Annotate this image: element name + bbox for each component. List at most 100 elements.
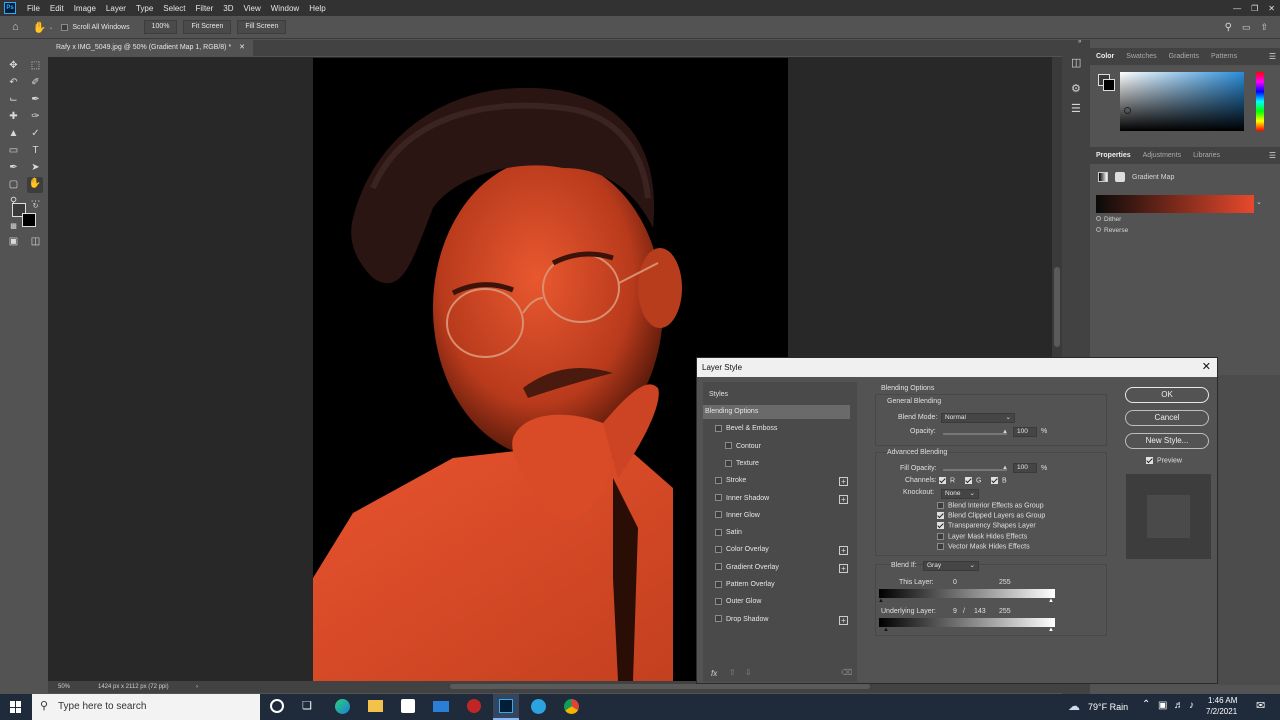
- weather-icon[interactable]: ☁: [1068, 699, 1080, 713]
- ok-button[interactable]: OK: [1125, 387, 1209, 403]
- channel-r[interactable]: R: [939, 477, 955, 484]
- tool-preset-chevron-icon[interactable]: ⌄: [48, 24, 53, 31]
- lasso-tool-icon[interactable]: ↶: [6, 76, 21, 90]
- background-color-swatch[interactable]: [22, 213, 36, 227]
- close-window-icon[interactable]: ✕: [1263, 4, 1280, 13]
- delete-effect-icon[interactable]: ⌫: [841, 668, 852, 677]
- search-icon[interactable]: ⚲: [1225, 22, 1232, 33]
- network-icon[interactable]: ▣: [1158, 700, 1167, 711]
- style-checkbox[interactable]: [715, 615, 722, 623]
- option-checkbox[interactable]: [937, 502, 944, 509]
- knockout-select[interactable]: None ⌄: [941, 489, 979, 499]
- style-item-texture[interactable]: Texture: [711, 457, 850, 471]
- style-checkbox[interactable]: [715, 546, 722, 554]
- windows-start-icon[interactable]: [10, 701, 22, 713]
- tab-properties[interactable]: Properties: [1090, 152, 1137, 159]
- healing-brush-tool-icon[interactable]: ✚: [6, 110, 21, 124]
- eyedropper-tool-icon[interactable]: ✒: [28, 93, 43, 107]
- color-picker-field[interactable]: [1120, 72, 1244, 131]
- add-effect-instance-icon[interactable]: +: [839, 563, 848, 573]
- home-icon[interactable]: ⌂: [12, 21, 19, 33]
- tab-adjustments[interactable]: Adjustments: [1137, 152, 1188, 159]
- option-checkbox[interactable]: [937, 522, 944, 530]
- style-item-satin[interactable]: Satin: [711, 526, 850, 540]
- dialog-titlebar[interactable]: Layer Style ✕: [697, 358, 1217, 377]
- option-transparency-shapes-layer[interactable]: Transparency Shapes Layer: [937, 522, 1036, 530]
- option-layer-mask-hides-effects[interactable]: Layer Mask Hides Effects: [937, 532, 1027, 540]
- option-blend-interior-effects-as-group[interactable]: Blend Interior Effects as Group: [937, 502, 1044, 509]
- cortana-icon[interactable]: [270, 699, 284, 713]
- move-up-icon[interactable]: ⇧: [729, 668, 736, 677]
- this-layer-white-slider[interactable]: ▲: [1048, 598, 1054, 604]
- fill-opacity-input[interactable]: 100: [1013, 463, 1037, 473]
- tab-gradients[interactable]: Gradients: [1163, 53, 1205, 60]
- menu-window[interactable]: Window: [266, 4, 304, 13]
- option-checkbox[interactable]: [937, 512, 944, 520]
- style-checkbox[interactable]: [715, 580, 722, 588]
- marquee-tool-icon[interactable]: ⬚: [28, 59, 43, 73]
- style-item-inner-shadow[interactable]: Inner Shadow +: [711, 492, 850, 506]
- minimize-icon[interactable]: —: [1228, 4, 1246, 13]
- path-selection-tool-icon[interactable]: ➤: [28, 161, 43, 175]
- mail-icon[interactable]: [433, 701, 449, 712]
- photoshop-taskbar-icon[interactable]: [493, 694, 519, 720]
- panel-menu-icon[interactable]: ☰: [1269, 52, 1276, 61]
- tray-chevron-icon[interactable]: ⌃: [1142, 699, 1150, 710]
- styles-header[interactable]: Styles: [709, 391, 728, 398]
- history-panel-icon[interactable]: ◫: [1071, 56, 1081, 69]
- taskbar-search-box[interactable]: ⚲ Type here to search: [32, 694, 260, 720]
- preview-checkbox[interactable]: Preview: [1146, 457, 1182, 464]
- quick-select-tool-icon[interactable]: ✐: [28, 76, 43, 90]
- notifications-icon[interactable]: ✉: [1256, 699, 1265, 712]
- brush-settings-panel-icon[interactable]: ⚙: [1071, 82, 1081, 95]
- menu-type[interactable]: Type: [131, 4, 158, 13]
- swap-colors-icon[interactable]: ↻: [28, 200, 43, 214]
- move-down-icon[interactable]: ⇩: [745, 668, 752, 677]
- this-layer-gradient-bar[interactable]: [879, 589, 1055, 598]
- style-checkbox[interactable]: [715, 563, 722, 571]
- properties-menu-icon[interactable]: ☰: [1269, 151, 1276, 160]
- collapse-panels-icon[interactable]: »: [1078, 39, 1081, 45]
- gradient-map-preview[interactable]: [1096, 195, 1254, 213]
- photoshop-logo[interactable]: Ps: [4, 2, 16, 14]
- menu-help[interactable]: Help: [304, 4, 330, 13]
- scroll-all-windows-checkbox[interactable]: [61, 23, 69, 31]
- history-brush-tool-icon[interactable]: ✓: [28, 127, 43, 141]
- fill-opacity-slider-thumb[interactable]: ▲: [1002, 465, 1008, 471]
- fx-icon[interactable]: fx: [711, 669, 717, 678]
- underlying-layer-gradient-bar[interactable]: [879, 618, 1055, 627]
- eraser-tool-icon[interactable]: ▭: [6, 144, 21, 158]
- vertical-scroll-thumb[interactable]: [1054, 267, 1060, 347]
- restore-icon[interactable]: ❐: [1246, 4, 1263, 13]
- style-item-color-overlay[interactable]: Color Overlay +: [711, 543, 850, 557]
- new-style-button[interactable]: New Style...: [1125, 433, 1209, 449]
- edge-icon[interactable]: [335, 699, 350, 714]
- style-checkbox[interactable]: [715, 476, 722, 484]
- type-tool-icon[interactable]: T: [28, 144, 43, 158]
- store-icon[interactable]: [401, 699, 415, 713]
- rectangle-tool-icon[interactable]: ▢: [6, 178, 21, 192]
- status-zoom[interactable]: 50%: [58, 681, 70, 693]
- option-checkbox[interactable]: [937, 542, 944, 550]
- hand-tool-icon[interactable]: ✋: [33, 21, 47, 34]
- underlying-black-slider[interactable]: ▲: [883, 627, 889, 633]
- menu-layer[interactable]: Layer: [101, 4, 131, 13]
- tab-libraries[interactable]: Libraries: [1187, 152, 1226, 159]
- adjustments-panel-icon[interactable]: ☰: [1071, 102, 1081, 115]
- this-layer-black-slider[interactable]: ▲: [878, 598, 884, 604]
- menu-file[interactable]: File: [22, 4, 45, 13]
- zoom-100-button[interactable]: 100%: [143, 20, 178, 34]
- reverse-radio[interactable]: [1096, 227, 1101, 232]
- mask-icon[interactable]: [1115, 172, 1125, 182]
- chrome-icon[interactable]: [564, 699, 579, 714]
- style-item-inner-glow[interactable]: Inner Glow: [711, 509, 850, 523]
- tab-swatches[interactable]: Swatches: [1120, 53, 1162, 60]
- style-checkbox[interactable]: [715, 511, 722, 519]
- screen-mode-icon[interactable]: ◫: [28, 235, 43, 249]
- option-vector-mask-hides-effects[interactable]: Vector Mask Hides Effects: [937, 542, 1030, 550]
- clone-stamp-tool-icon[interactable]: ▲: [6, 127, 21, 141]
- fill-opacity-slider[interactable]: [943, 469, 1007, 471]
- style-checkbox[interactable]: [715, 494, 722, 502]
- quick-mask-icon[interactable]: ▣: [6, 235, 21, 249]
- style-item-contour[interactable]: Contour: [711, 440, 850, 454]
